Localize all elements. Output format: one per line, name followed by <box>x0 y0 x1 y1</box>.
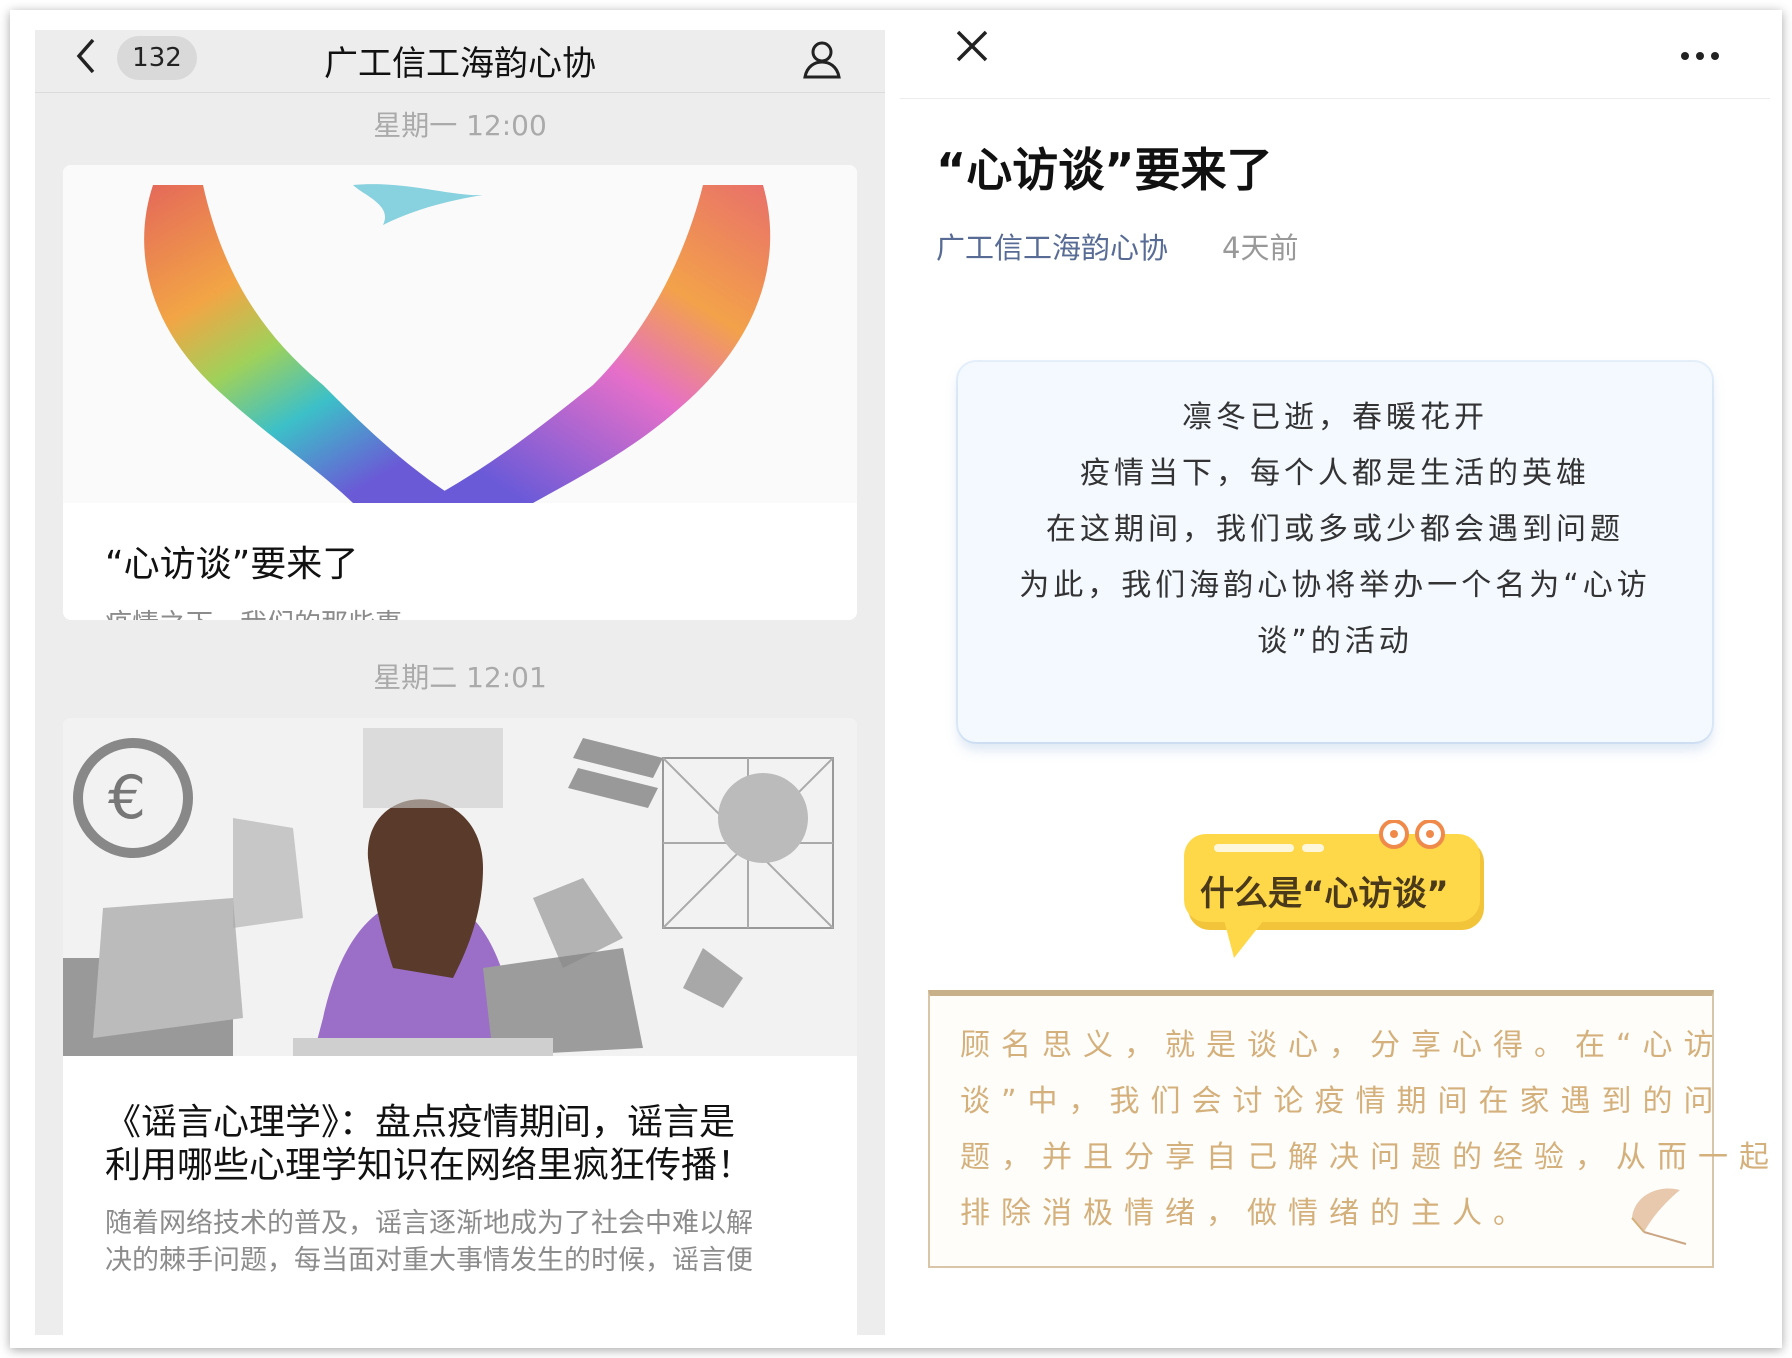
publish-time: 4天前 <box>1222 231 1299 265</box>
intro-line: 凛冬已逝，春暖花开 <box>1182 400 1488 435</box>
cover-image <box>63 165 857 503</box>
article-title: “心访谈”要来了 <box>936 143 1273 197</box>
article-digest: 疫情之下，我们的那些事 <box>105 602 402 620</box>
message-timestamp: 星期一 12:00 <box>373 109 547 142</box>
hands-heart-image <box>144 184 771 503</box>
intro-line: 在这期间，我们或多或少都会遇到问题 <box>1046 512 1624 547</box>
explanation-box: 顾名思义，就是谈心，分享心得。在“心访 谈”中，我们会讨论疫情期间在家遇到的问 … <box>928 990 1780 1268</box>
close-button[interactable] <box>952 26 992 70</box>
cover-image: € <box>63 718 857 1056</box>
message-timestamp: 星期二 12:01 <box>373 661 547 694</box>
intro-line: 谈”的活动 <box>1257 624 1413 659</box>
rumor-collage-image: € <box>63 718 857 1056</box>
section-heading: 什么是“心访谈” <box>1200 874 1449 914</box>
intro-line: 为此，我们海韵心协将举办一个名为“心访 <box>1019 568 1651 603</box>
more-button[interactable] <box>1680 46 1720 65</box>
chat-panel: 132 广工信工海韵心协 星期一 12:00 “心访谈”要来了 星期二 12:0… <box>35 30 885 1335</box>
box-line: 题，并且分享自己解决问题的经验，从而一起 <box>960 1140 1780 1175</box>
profile-button[interactable] <box>801 38 843 84</box>
user-icon <box>803 41 841 79</box>
article-title-line: 利用哪些心理学知识在网络里疯狂传播！ <box>105 1145 754 1186</box>
svg-text:€: € <box>108 763 146 833</box>
article-title: “心访谈”要来了 <box>105 544 359 585</box>
article-card[interactable]: “心访谈”要来了 疫情之下，我们的那些事 <box>63 165 857 620</box>
box-line: 谈”中，我们会讨论疫情期间在家遇到的问 <box>960 1084 1725 1119</box>
more-icon <box>1681 52 1719 60</box>
screenshot-frame: 132 广工信工海韵心协 星期一 12:00 “心访谈”要来了 星期二 12:0… <box>10 10 1782 1348</box>
author-link[interactable]: 广工信工海韵心协 <box>936 225 1168 267</box>
article-card[interactable]: € 《谣言心理学》：盘点疫情期间，谣言是 利用哪些心理学知识在网络里疯狂传播！ … <box>63 718 857 1335</box>
article-panel: “心访谈”要来了 广工信工海韵心协 4天前 凛冬已逝，春暖花开 疫情当下，每个人… <box>900 10 1770 1348</box>
article-digest-line: 随着网络技术的普及，谣言逐渐地成为了社会中难以解 <box>105 1208 753 1239</box>
article-header <box>900 10 1770 99</box>
page-title: 广工信工海韵心协 <box>324 44 596 84</box>
intro-line: 疫情当下，每个人都是生活的英雄 <box>1080 456 1590 491</box>
umbrella-icon <box>1631 1188 1687 1245</box>
chat-header: 132 广工信工海韵心协 <box>35 30 885 93</box>
box-line: 顾名思义，就是谈心，分享心得。在“心访 <box>960 1028 1725 1063</box>
close-icon <box>956 30 988 62</box>
article-digest-line: 决的棘手问题，每当面对重大事情发生的时候，谣言便 <box>105 1245 753 1276</box>
box-line: 排除消极情绪，做情绪的主人。 <box>960 1196 1534 1231</box>
intro-card: 凛冬已逝，春暖花开 疫情当下，每个人都是生活的英雄 在这期间，我们或多或少都会遇… <box>958 362 1712 742</box>
